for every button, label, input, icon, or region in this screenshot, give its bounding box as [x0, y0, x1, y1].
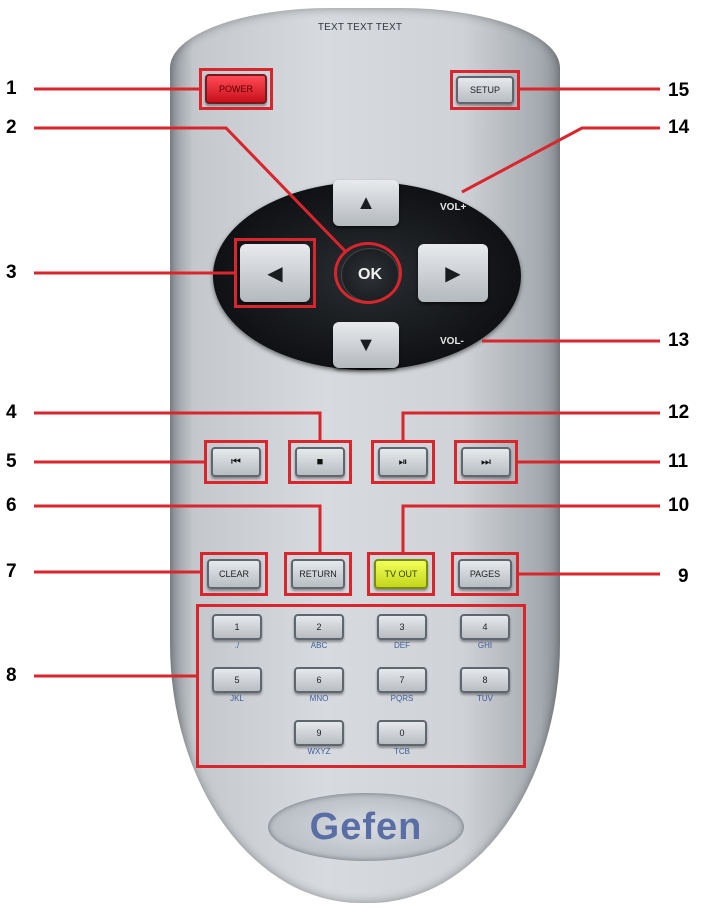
callout-14: 14	[668, 117, 690, 138]
callout-3: 3	[6, 262, 17, 283]
leader-line-10	[401, 504, 660, 552]
callout-1: 1	[6, 78, 17, 99]
leader-line-14	[461, 126, 660, 194]
leader-line-2	[34, 126, 348, 254]
callout-9: 9	[678, 566, 689, 587]
callout-11: 11	[668, 451, 689, 472]
callout-8: 8	[6, 665, 17, 686]
remote-diagram: TEXT TEXT TEXT POWER SETUP ▲ ▼ ◀ ▶ OK VO…	[0, 0, 716, 909]
callout-4: 4	[6, 402, 17, 423]
callout-10: 10	[668, 495, 690, 516]
leader-line-12	[401, 411, 660, 440]
callout-6: 6	[6, 495, 17, 516]
callout-2: 2	[6, 117, 17, 138]
leader-line-6	[34, 504, 322, 552]
callout-5: 5	[6, 451, 17, 472]
leader-line-4	[34, 411, 322, 440]
callout-12: 12	[668, 402, 690, 423]
callout-7: 7	[6, 561, 17, 582]
callout-13: 13	[668, 330, 690, 351]
callout-leader-lines	[34, 87, 660, 678]
callout-15: 15	[668, 80, 690, 101]
